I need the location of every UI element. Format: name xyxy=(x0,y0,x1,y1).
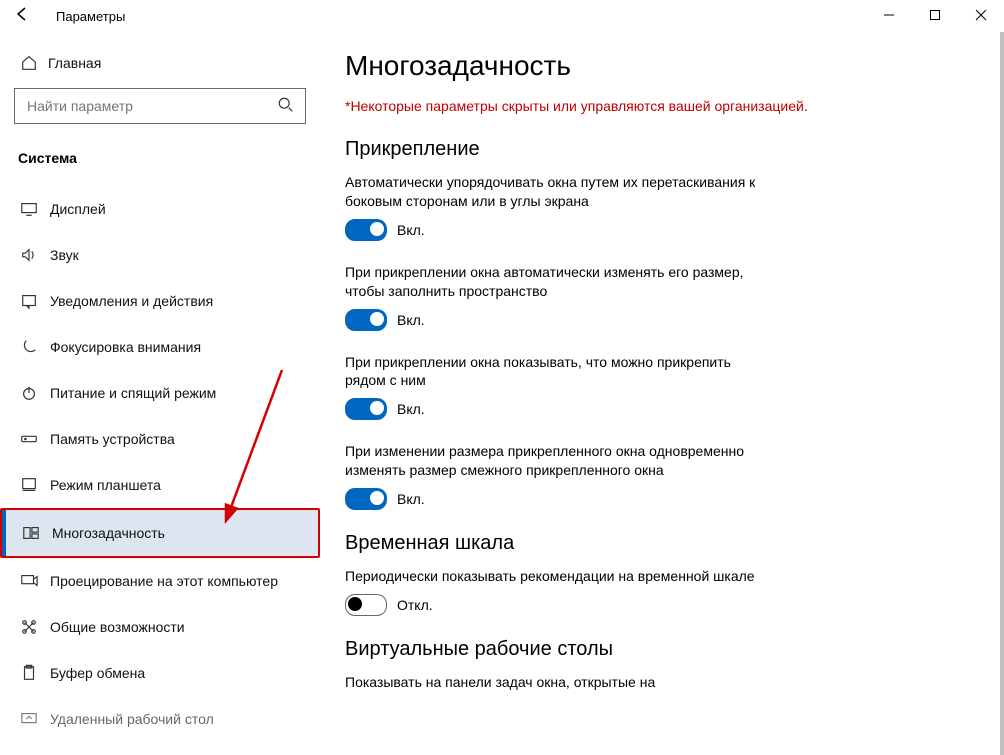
sidebar-item-label: Фокусировка внимания xyxy=(50,339,201,355)
sidebar-item-sound[interactable]: Звук xyxy=(0,232,320,278)
sidebar-item-label: Проецирование на этот компьютер xyxy=(50,573,278,589)
sidebar-item-label: Звук xyxy=(50,247,79,263)
sidebar-item-label: Удаленный рабочий стол xyxy=(50,711,214,727)
display-icon xyxy=(18,200,40,218)
titlebar: Параметры xyxy=(0,0,1004,32)
toggle-state-label: Откл. xyxy=(397,597,433,613)
clipboard-icon xyxy=(18,664,40,682)
shared-experiences-icon xyxy=(18,618,40,636)
content-pane: Многозадачность *Некоторые параметры скр… xyxy=(320,32,1004,755)
sidebar-item-label: Буфер обмена xyxy=(50,665,145,681)
search-icon xyxy=(277,96,295,117)
snap-setting-4: При изменении размера прикрепленного окн… xyxy=(345,442,775,510)
sidebar-item-label: Память устройства xyxy=(50,431,175,447)
sidebar-home-label: Главная xyxy=(48,55,101,71)
maximize-button[interactable] xyxy=(912,0,958,30)
power-icon xyxy=(18,384,40,402)
sidebar-item-label: Дисплей xyxy=(50,201,106,217)
setting-desc: Автоматически упорядочивать окна путем и… xyxy=(345,173,775,211)
back-button[interactable] xyxy=(6,6,38,27)
sidebar-item-focus-assist[interactable]: Фокусировка внимания xyxy=(0,324,320,370)
snap-setting-3: При прикреплении окна показывать, что мо… xyxy=(345,353,775,421)
sidebar-item-multitasking[interactable]: Многозадачность xyxy=(0,508,320,558)
setting-desc: Периодически показывать рекомендации на … xyxy=(345,567,775,586)
toggle-state-label: Вкл. xyxy=(397,401,425,417)
sidebar-item-power[interactable]: Питание и спящий режим xyxy=(0,370,320,416)
sidebar-item-tablet[interactable]: Режим планшета xyxy=(0,462,320,508)
close-button[interactable] xyxy=(958,0,1004,30)
sidebar-item-label: Общие возможности xyxy=(50,619,185,635)
sidebar-item-label: Питание и спящий режим xyxy=(50,385,216,401)
sidebar: Главная Система Дисплей Звук Уведомления… xyxy=(0,32,320,755)
toggle-snap-adjacent[interactable] xyxy=(345,488,387,510)
sidebar-item-notifications[interactable]: Уведомления и действия xyxy=(0,278,320,324)
sidebar-nav: Дисплей Звук Уведомления и действия Фоку… xyxy=(0,186,320,742)
section-scroll-indicator xyxy=(320,92,321,282)
snap-heading: Прикрепление xyxy=(345,138,976,161)
setting-desc: При прикреплении окна автоматически изме… xyxy=(345,263,775,301)
toggle-state-label: Вкл. xyxy=(397,222,425,238)
sidebar-item-shared[interactable]: Общие возможности xyxy=(0,604,320,650)
multitasking-icon xyxy=(20,524,42,542)
setting-desc: При прикреплении окна показывать, что мо… xyxy=(345,353,775,391)
page-title: Многозадачность xyxy=(345,50,976,82)
toggle-snap-assist[interactable] xyxy=(345,398,387,420)
setting-desc: Показывать на панели задач окна, открыты… xyxy=(345,673,775,692)
toggle-timeline-suggestions[interactable] xyxy=(345,594,387,616)
focus-assist-icon xyxy=(18,338,40,356)
minimize-button[interactable] xyxy=(866,0,912,30)
toggle-state-label: Вкл. xyxy=(397,491,425,507)
sidebar-item-label: Уведомления и действия xyxy=(50,293,213,309)
projecting-icon xyxy=(18,572,40,590)
sidebar-item-clipboard[interactable]: Буфер обмена xyxy=(0,650,320,696)
sidebar-section-label: Система xyxy=(0,134,320,176)
sidebar-item-storage[interactable]: Память устройства xyxy=(0,416,320,462)
toggle-state-label: Вкл. xyxy=(397,312,425,328)
virtual-desktops-heading: Виртуальные рабочие столы xyxy=(345,638,976,661)
setting-desc: При изменении размера прикрепленного окн… xyxy=(345,442,775,480)
right-scrollbar[interactable] xyxy=(1000,32,1004,755)
timeline-heading: Временная шкала xyxy=(345,532,976,555)
snap-setting-1: Автоматически упорядочивать окна путем и… xyxy=(345,173,775,241)
home-icon xyxy=(18,54,40,72)
sound-icon xyxy=(18,246,40,264)
tablet-icon xyxy=(18,476,40,494)
sidebar-item-remote[interactable]: Удаленный рабочий стол xyxy=(0,696,320,742)
window-controls xyxy=(866,0,1004,30)
managed-by-org-note: *Некоторые параметры скрыты или управляю… xyxy=(345,98,976,114)
search-input-container[interactable] xyxy=(14,88,306,124)
search-input[interactable] xyxy=(25,97,277,115)
timeline-setting: Периодически показывать рекомендации на … xyxy=(345,567,775,616)
sidebar-item-projecting[interactable]: Проецирование на этот компьютер xyxy=(0,558,320,604)
toggle-snap-arrange[interactable] xyxy=(345,219,387,241)
toggle-snap-resize[interactable] xyxy=(345,309,387,331)
virtual-desktops-setting: Показывать на панели задач окна, открыты… xyxy=(345,673,775,692)
window-title: Параметры xyxy=(56,9,125,24)
sidebar-item-display[interactable]: Дисплей xyxy=(0,186,320,232)
sidebar-item-label: Режим планшета xyxy=(50,477,161,493)
snap-setting-2: При прикреплении окна автоматически изме… xyxy=(345,263,775,331)
notifications-icon xyxy=(18,292,40,310)
remote-desktop-icon xyxy=(18,710,40,728)
storage-icon xyxy=(18,430,40,448)
sidebar-home[interactable]: Главная xyxy=(0,46,320,84)
sidebar-item-label: Многозадачность xyxy=(52,525,165,541)
